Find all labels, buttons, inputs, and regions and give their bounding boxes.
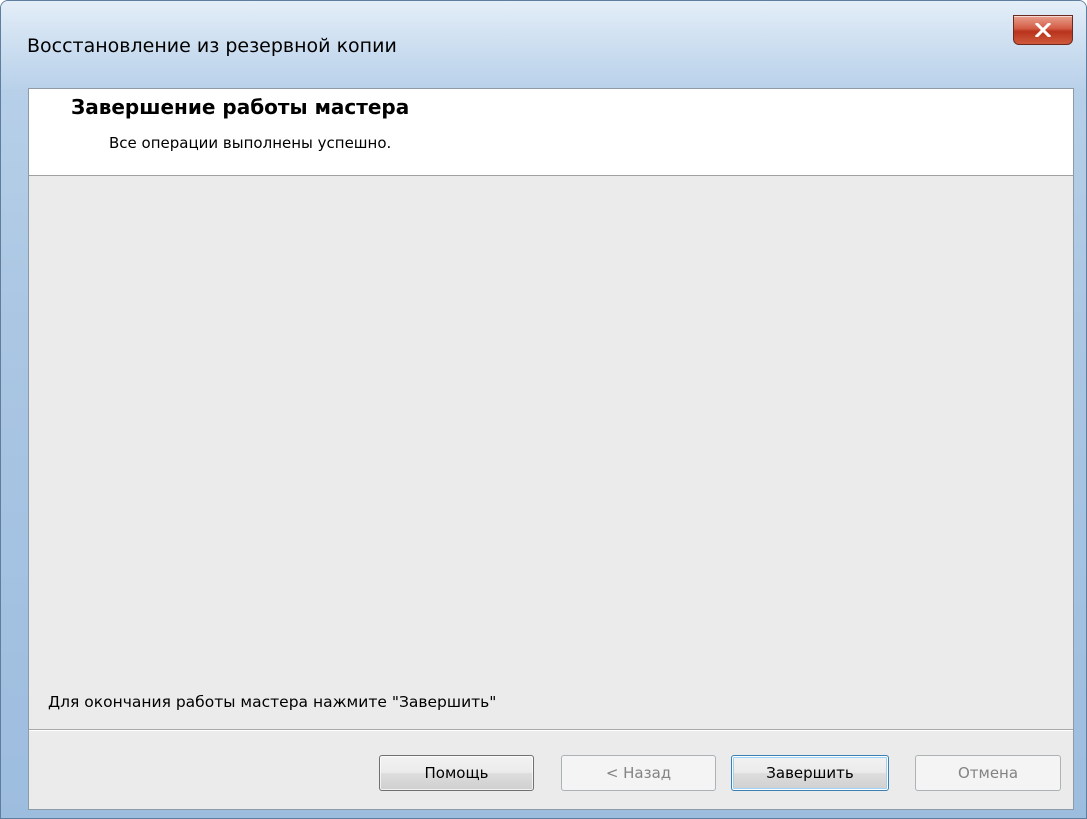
- wizard-client-area: Завершение работы мастера Все операции в…: [28, 88, 1074, 810]
- back-button[interactable]: < Назад: [561, 755, 716, 791]
- close-icon: [1035, 23, 1051, 37]
- close-button[interactable]: [1013, 15, 1073, 45]
- button-divider: [29, 729, 1073, 731]
- page-title: Завершение работы мастера: [71, 95, 410, 119]
- wizard-header: Завершение работы мастера Все операции в…: [29, 89, 1073, 176]
- wizard-window: Восстановление из резервной копии Заверш…: [0, 0, 1087, 819]
- cancel-button[interactable]: Отмена: [915, 755, 1061, 791]
- page-subtitle: Все операции выполнены успешно.: [109, 134, 392, 152]
- window-title: Восстановление из резервной копии: [27, 35, 397, 57]
- title-bar[interactable]: Восстановление из резервной копии: [1, 1, 1086, 89]
- help-button[interactable]: Помощь: [379, 755, 534, 791]
- finish-button[interactable]: Завершить: [731, 755, 889, 791]
- finish-hint: Для окончания работы мастера нажмите "За…: [48, 693, 497, 711]
